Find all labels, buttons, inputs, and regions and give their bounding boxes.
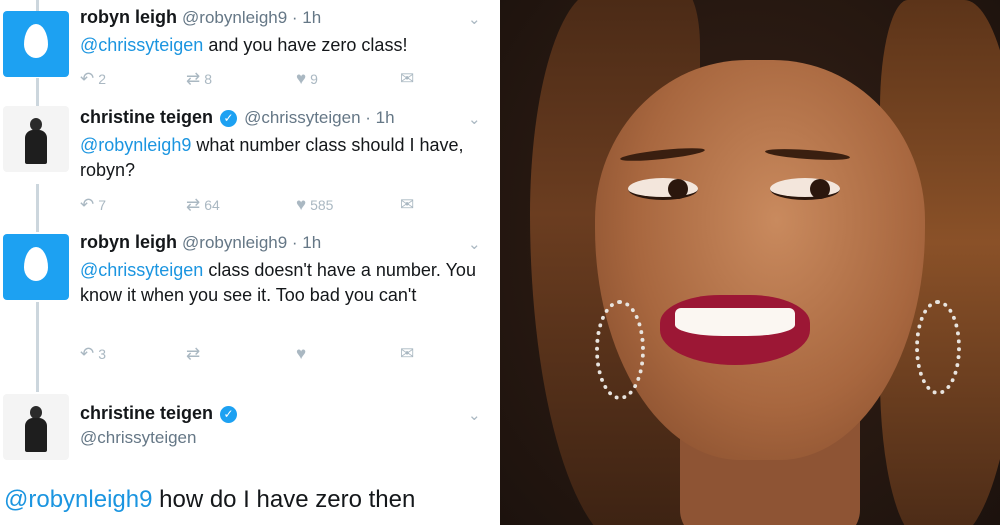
- reply-arrow-icon: ↶: [80, 195, 95, 214]
- profile-photo-body: [25, 418, 47, 452]
- chevron-down-icon[interactable]: ⌄: [468, 406, 481, 424]
- chevron-down-icon[interactable]: ⌄: [468, 110, 481, 128]
- portrait-photo: [500, 0, 1000, 525]
- mention-link[interactable]: @chrissyteigen: [80, 260, 203, 280]
- tweet-actions: ↶ 2 ⇄ 8 ♥ 9 ✉: [80, 69, 440, 89]
- reply-count: 3: [98, 346, 107, 362]
- dm-button[interactable]: ✉: [400, 69, 414, 89]
- display-name[interactable]: christine teigen: [80, 403, 213, 423]
- avatar[interactable]: [3, 234, 69, 300]
- photo-eye-right: [770, 178, 840, 200]
- retweet-icon: ⇄: [186, 69, 201, 88]
- avatar[interactable]: [3, 106, 69, 172]
- thread-connector-line: [36, 184, 39, 232]
- mention-link[interactable]: @chrissyteigen: [80, 35, 203, 55]
- tweet-text: @chrissyteigen and you have zero class!: [80, 33, 480, 58]
- avatar[interactable]: [3, 11, 69, 77]
- handle-timestamp[interactable]: @robynleigh9 · 1h: [182, 8, 321, 27]
- retweet-count: 8: [204, 71, 213, 87]
- chevron-down-icon[interactable]: ⌄: [468, 10, 481, 28]
- tweet-actions: ↶ 7 ⇄ 64 ♥ 585 ✉: [80, 195, 440, 215]
- mention-link[interactable]: @robynleigh9: [4, 486, 152, 513]
- like-button[interactable]: ♥: [296, 344, 306, 364]
- handle[interactable]: @chrissyteigen: [80, 428, 196, 447]
- mention-link[interactable]: @robynleigh9: [80, 135, 191, 155]
- chevron-down-icon[interactable]: ⌄: [468, 235, 481, 253]
- reply-arrow-icon: ↶: [80, 69, 95, 88]
- tweet-header: christine teigen ✓ @chrissyteigen · 1h: [80, 107, 395, 128]
- heart-icon: ♥: [296, 195, 307, 214]
- photo-earring-left: [595, 300, 645, 400]
- like-count: 9: [310, 71, 318, 87]
- retweet-button[interactable]: ⇄: [186, 344, 200, 364]
- handle-timestamp[interactable]: @chrissyteigen · 1h: [244, 108, 395, 127]
- final-reply-text: @robynleigh9 how do I have zero then: [4, 486, 415, 514]
- retweet-icon: ⇄: [186, 344, 201, 363]
- verified-badge-icon: ✓: [220, 110, 238, 127]
- dm-button[interactable]: ✉: [400, 344, 414, 364]
- like-count: 585: [310, 197, 334, 213]
- thread-connector-line: [36, 302, 39, 392]
- final-reply-body: how do I have zero then: [152, 486, 416, 513]
- reply-count: 2: [98, 71, 107, 87]
- reply-arrow-icon: ↶: [80, 344, 95, 363]
- tweet-body: and you have zero class!: [203, 35, 408, 55]
- tweet-header-handle: @chrissyteigen: [80, 427, 196, 448]
- photo-teeth: [675, 308, 795, 336]
- envelope-icon: ✉: [400, 344, 415, 363]
- tweet-header: robyn leigh @robynleigh9 · 1h: [80, 232, 321, 253]
- dm-button[interactable]: ✉: [400, 195, 414, 215]
- default-egg-icon: [24, 247, 48, 281]
- profile-photo-body: [25, 130, 47, 164]
- retweet-button[interactable]: ⇄ 8: [186, 69, 212, 89]
- display-name[interactable]: robyn leigh: [80, 7, 177, 27]
- reply-button[interactable]: ↶ 2: [80, 69, 106, 89]
- photo-earring-right: [915, 300, 961, 395]
- photo-face: [595, 60, 925, 460]
- handle-timestamp[interactable]: @robynleigh9 · 1h: [182, 233, 321, 252]
- envelope-icon: ✉: [400, 69, 415, 88]
- thread-connector-line: [36, 78, 39, 106]
- heart-icon: ♥: [296, 344, 307, 363]
- reply-button[interactable]: ↶ 7: [80, 195, 106, 215]
- heart-icon: ♥: [296, 69, 307, 88]
- retweet-count: 64: [204, 197, 220, 213]
- tweet-thread-panel: robyn leigh @robynleigh9 · 1h ⌄ @chrissy…: [0, 0, 497, 525]
- tweet-text: @chrissyteigen class doesn't have a numb…: [80, 258, 480, 308]
- envelope-icon: ✉: [400, 195, 415, 214]
- reply-count: 7: [98, 197, 107, 213]
- reply-button[interactable]: ↶ 3: [80, 344, 106, 364]
- tweet-header: robyn leigh @robynleigh9 · 1h: [80, 7, 321, 28]
- like-button[interactable]: ♥ 585: [296, 195, 333, 215]
- display-name[interactable]: robyn leigh: [80, 232, 177, 252]
- retweet-button[interactable]: ⇄ 64: [186, 195, 220, 215]
- tweet-header: christine teigen ✓: [80, 403, 239, 424]
- tweet-actions: ↶ 3 ⇄ ♥ ✉: [80, 344, 440, 364]
- avatar[interactable]: [3, 394, 69, 460]
- tweet-text: @robynleigh9 what number class should I …: [80, 133, 480, 183]
- retweet-icon: ⇄: [186, 195, 201, 214]
- verified-badge-icon: ✓: [220, 406, 238, 423]
- display-name[interactable]: christine teigen: [80, 107, 213, 127]
- default-egg-icon: [24, 24, 48, 58]
- photo-eye-left: [628, 178, 698, 200]
- like-button[interactable]: ♥ 9: [296, 69, 318, 89]
